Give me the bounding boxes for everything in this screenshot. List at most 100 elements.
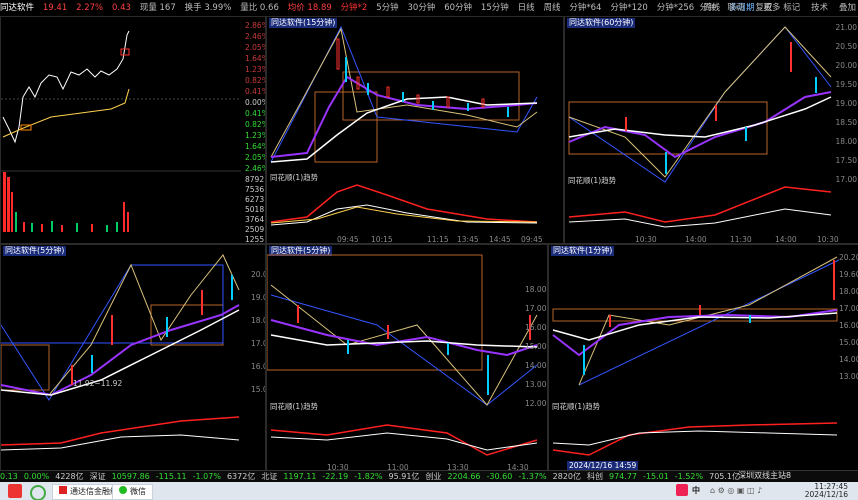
time-label: 10:30 <box>635 235 657 244</box>
price-label: 18.00 <box>251 316 265 325</box>
tool-minute[interactable]: 分钟 <box>700 3 717 13</box>
price-label: 17.50 <box>835 156 857 165</box>
price-label: 16.00 <box>839 321 858 330</box>
time-label: 10:15 <box>371 235 393 244</box>
pct-label: 2.05% <box>245 43 265 52</box>
wps-icon[interactable] <box>8 484 22 498</box>
price-label: 19.00 <box>251 293 265 302</box>
period-tab-7[interactable]: 周线 <box>544 0 561 16</box>
time-label: 09:45 <box>337 235 359 244</box>
kline-panel-bottom-left[interactable]: 同达软件(5分钟) 11.92~11.92 20.00 19.00 18.00 … <box>0 244 266 472</box>
kline-chart <box>552 256 840 456</box>
time-label: 14:45 <box>489 235 511 244</box>
quote-change: 0.43 <box>112 3 131 13</box>
tdx-app-icon <box>59 486 67 494</box>
period-tab-2[interactable]: 5分钟 <box>376 0 398 16</box>
price-label: 13.00 <box>839 372 858 381</box>
pct-label: 1.64% <box>245 54 265 63</box>
vol-label: 2509 <box>245 225 265 234</box>
price-label: 14.00 <box>525 361 547 370</box>
price-label: 13.00 <box>525 380 547 389</box>
price-label: 18.00 <box>839 287 858 296</box>
period-tab-8[interactable]: 分钟*64 <box>569 0 601 16</box>
quote-change-pct: 2.27% <box>76 3 104 13</box>
cursor-date-label: 2024/12/16 14:59 <box>567 461 639 470</box>
kline-panel-60min[interactable]: 同达软件(60分钟) 同花顺(1)趋势 21.00 20.50 20.00 19… <box>564 16 858 244</box>
vol-label: 8792 <box>245 175 265 184</box>
pct-label: 2.05% <box>245 153 265 162</box>
price-label: 20.50 <box>835 42 857 51</box>
pct-label: 0.41% <box>245 87 265 96</box>
price-label: 17.00 <box>839 304 858 313</box>
vol-label: 3764 <box>245 215 265 224</box>
app-circle-icon[interactable] <box>30 485 46 500</box>
price-axis: 20.20 19.60 18.00 17.00 16.00 15.00 14.0… <box>839 253 858 381</box>
pct-label: 1.64% <box>245 142 265 151</box>
price-axis: 20.00 19.00 18.00 17.00 16.00 15.00 <box>251 270 265 394</box>
period-tab-6[interactable]: 日线 <box>518 0 535 16</box>
os-taskbar: 通达信金融终端V7... 微信 中 ⌂ ⚙ ◎ ▣ ◫ ♪ 11:27:45 2… <box>0 482 858 500</box>
time-label: 11:15 <box>427 235 449 244</box>
panel-indicator-label: 同花顺(1)趋势 <box>568 176 617 185</box>
vol-label: 5018 <box>245 205 265 214</box>
price-label: 17.00 <box>835 175 857 184</box>
intraday-panel[interactable]: 2.86% 2.46% 2.05% 1.64% 1.23% 0.82% 0.41… <box>0 16 266 244</box>
clock-date: 2024/12/16 <box>804 490 848 499</box>
quote-price: 19.41 <box>42 3 68 13</box>
wechat-icon <box>119 486 127 494</box>
pct-label: 2.86% <box>245 21 265 30</box>
tool-link[interactable]: 联动 <box>727 3 744 13</box>
time-label: 14:00 <box>685 235 707 244</box>
price-axis: 18.00 17.00 16.00 15.00 14.00 13.00 12.0… <box>525 285 546 408</box>
panel-indicator-label: 同花顺(1)趋势 <box>552 402 601 411</box>
kline-panel-15min[interactable]: 同达软件(15分钟) 同花顺(1)趋势 09:45 10:15 11:15 13… <box>266 16 564 244</box>
time-label: 10:30 <box>817 235 839 244</box>
price-label: 19.60 <box>839 270 858 279</box>
range-annotation: 11.92~11.92 <box>73 379 123 388</box>
price-label: 18.50 <box>835 118 857 127</box>
panel-indicator-label: 同花顺(1)趋势 <box>270 173 319 182</box>
taskbar-app-wechat[interactable]: 微信 <box>112 484 153 500</box>
tray-icons[interactable]: ⌂ ⚙ ◎ ▣ ◫ ♪ <box>710 484 762 498</box>
time-label: 14:00 <box>775 235 797 244</box>
price-label: 19.50 <box>835 80 857 89</box>
lang-indicator[interactable]: 中 <box>692 484 700 498</box>
pct-label: 2.46% <box>245 164 265 173</box>
pct-label: 2.46% <box>245 32 265 41</box>
period-tab-10[interactable]: 分钟*256 <box>657 0 694 16</box>
taskbar-app-label: 微信 <box>130 487 146 496</box>
tool-overlay[interactable]: 叠加 <box>839 3 856 13</box>
time-label: 11:30 <box>730 235 752 244</box>
period-tab-1[interactable]: 分钟*2 <box>341 0 368 16</box>
time-label: 13:45 <box>457 235 479 244</box>
kline-chart <box>568 26 832 228</box>
pct-label: 1.23% <box>245 131 265 140</box>
quote-volume: 现量 167 <box>139 3 176 13</box>
period-tab-3[interactable]: 30分钟 <box>408 0 436 16</box>
kline-panel-bottom-right[interactable]: 同达软件(1分钟) 同花顺(1)趋势 20.20 19.60 18.00 17.… <box>548 244 858 472</box>
quote-avg: 均价 18.89 <box>287 3 332 13</box>
pct-label: 0.82% <box>245 120 265 129</box>
price-label: 20.00 <box>251 270 265 279</box>
period-tab-5[interactable]: 15分钟 <box>481 0 509 16</box>
system-clock[interactable]: 11:27:45 2024/12/16 <box>805 483 848 499</box>
price-label: 16.00 <box>251 362 265 371</box>
price-axis: 21.00 20.50 20.00 19.50 19.00 18.50 18.0… <box>836 23 857 184</box>
pct-label: 0.82% <box>245 76 265 85</box>
price-label: 16.00 <box>525 323 547 332</box>
tool-mark[interactable]: 标记 <box>783 3 800 13</box>
input-method-icon[interactable] <box>676 484 688 496</box>
period-tab-4[interactable]: 60分钟 <box>444 0 472 16</box>
period-tab-9[interactable]: 分钟*120 <box>610 0 647 16</box>
kline-chart <box>1 254 240 451</box>
price-label: 20.00 <box>835 61 857 70</box>
kline-panel-bottom-middle[interactable]: 同达软件(5分钟) 同花顺(1)趋势 18.00 17.00 16.00 15.… <box>266 244 548 472</box>
server-status: 深圳双线主站8 <box>738 471 792 480</box>
quote-ratio: 量比 0.66 <box>240 3 279 13</box>
vol-label: 1255 <box>245 235 265 244</box>
tool-tech[interactable]: 技术 <box>811 3 828 13</box>
price-label: 18.00 <box>835 137 857 146</box>
pct-label: 0.00% <box>245 98 265 107</box>
pct-label: 0.41% <box>245 109 265 118</box>
tool-restore[interactable]: 复权 <box>755 3 772 13</box>
